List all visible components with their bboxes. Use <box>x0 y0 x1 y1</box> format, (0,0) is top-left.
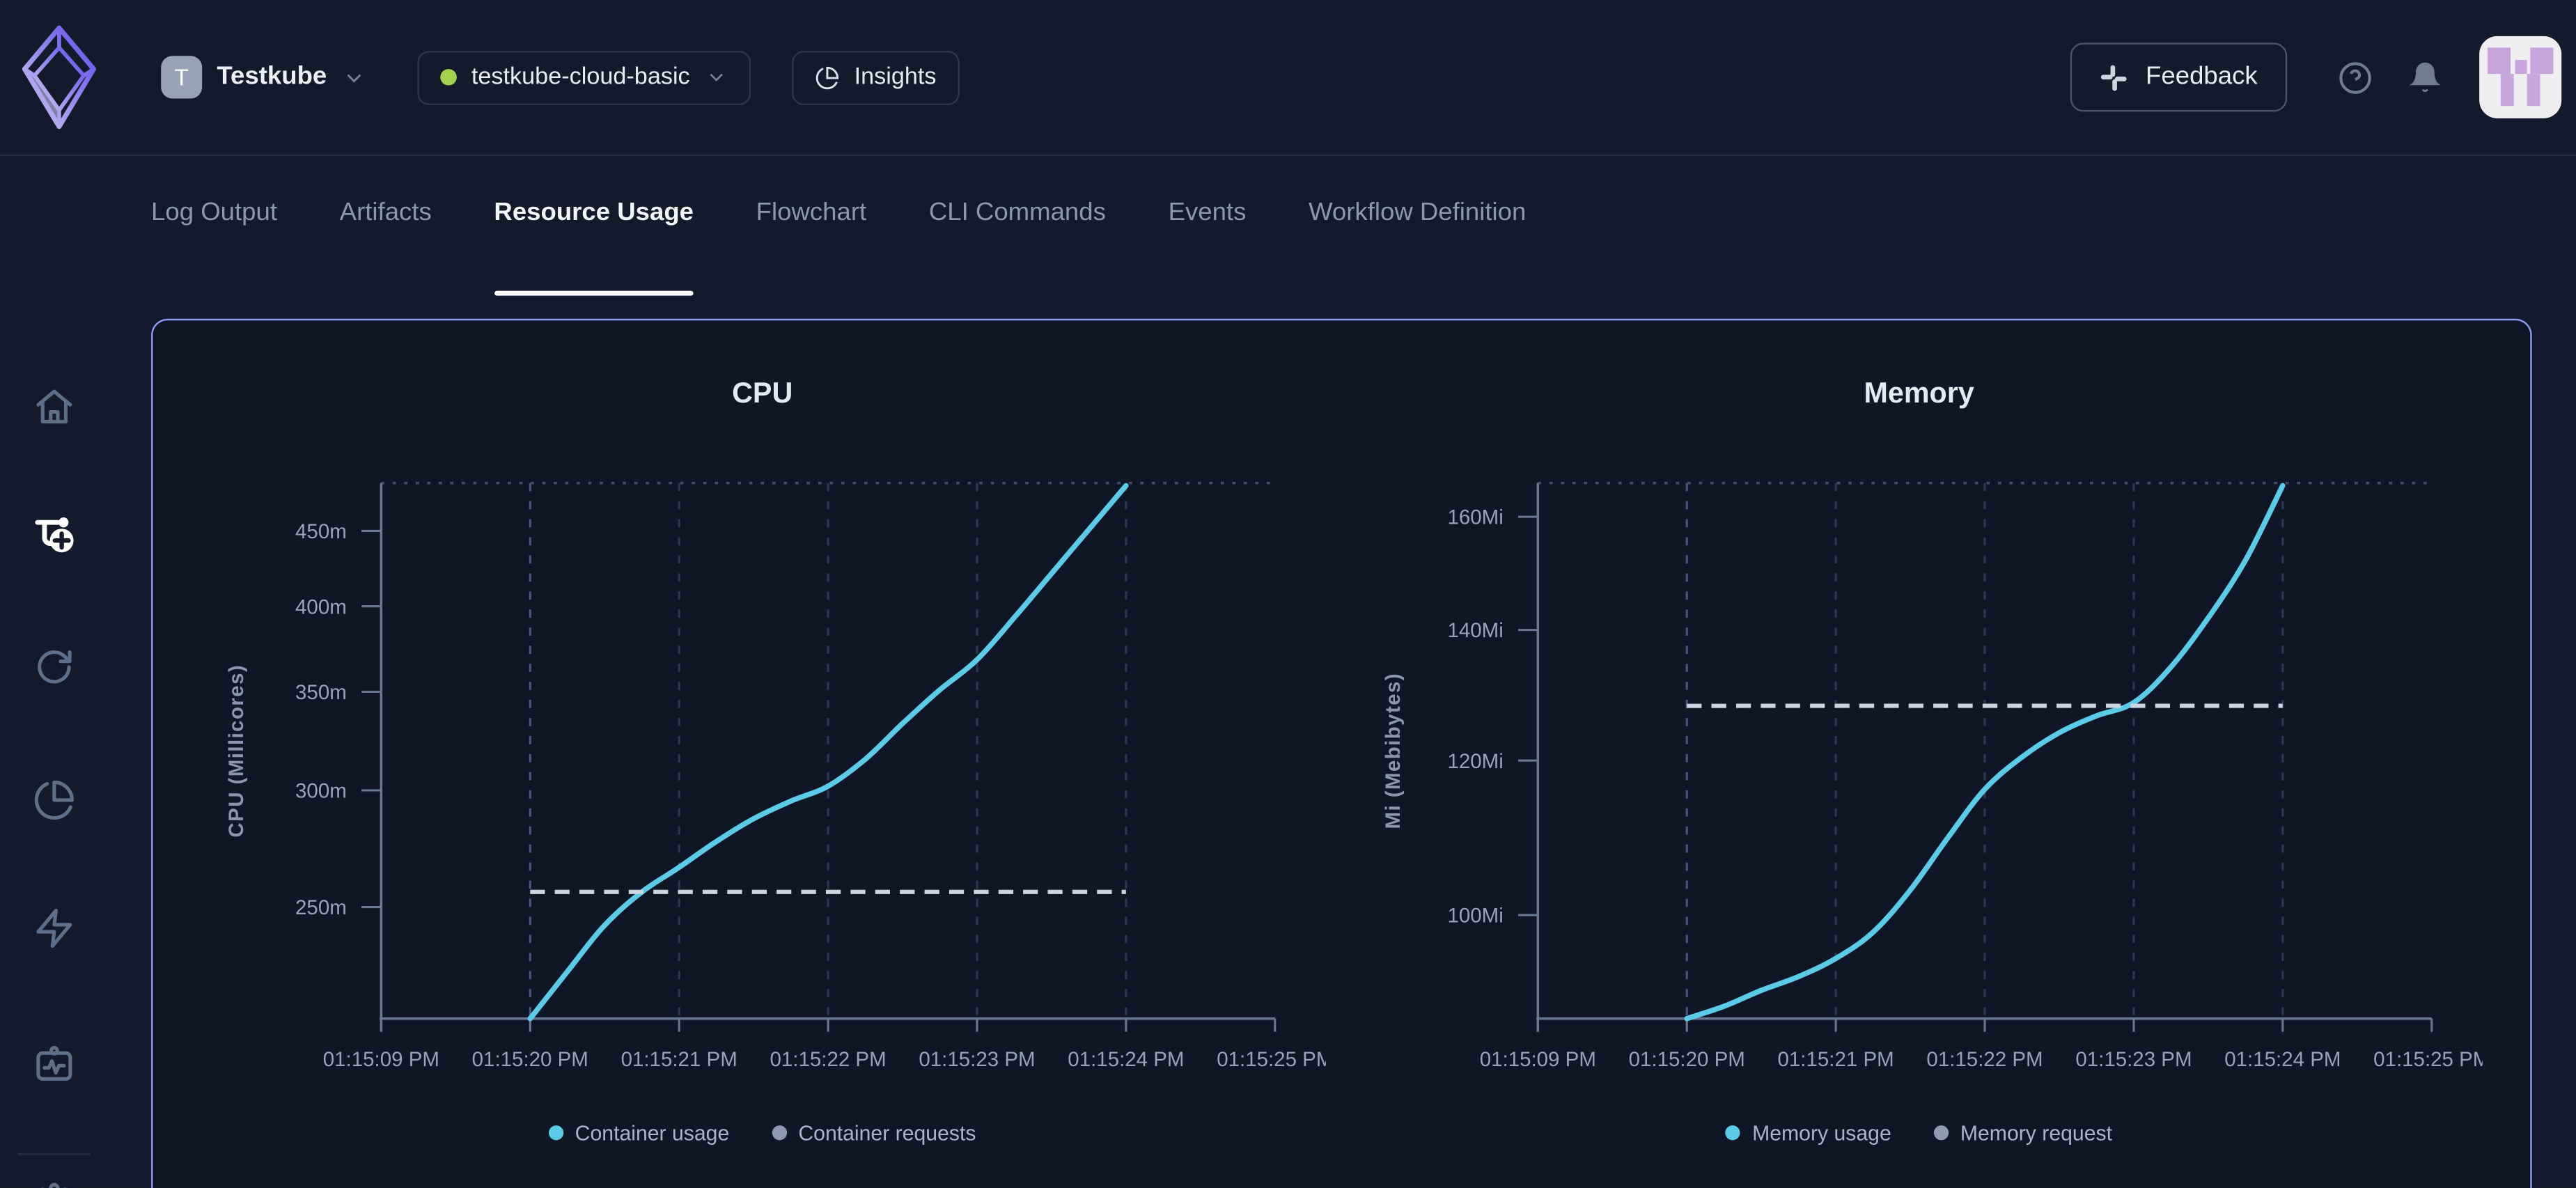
testkube-cube-logo-icon[interactable] <box>22 24 97 130</box>
pie-chart-icon <box>815 65 839 89</box>
x-tick-label: 01:15:24 PM <box>2224 1048 2341 1071</box>
memory-chart: Memory 01:15:09 PM 01:15:20 PM 01:15:21 PM… <box>1355 360 2482 1188</box>
tab-log-output[interactable]: Log Output <box>151 196 277 232</box>
sidebar-item-test-workflows-add[interactable] <box>22 499 87 565</box>
legend-dot-icon <box>1934 1125 1949 1140</box>
slack-icon <box>2100 63 2128 91</box>
green-status-dot <box>440 69 457 86</box>
sidebar-item-refresh-arrow[interactable] <box>22 634 87 700</box>
gear-icon <box>33 1183 75 1188</box>
environment-name: testkube-cloud-basic <box>471 64 690 91</box>
sidebar-item-lightning[interactable] <box>22 896 87 961</box>
tab-resource-usage[interactable]: Resource Usage <box>494 196 694 232</box>
x-tick-label: 01:15:22 PM <box>1926 1048 2043 1071</box>
help-circle-icon[interactable] <box>2338 60 2373 95</box>
tab-cli-commands[interactable]: CLI Commands <box>929 196 1106 232</box>
legend-dot-icon <box>772 1125 787 1140</box>
x-tick-label: 01:15:25 PM <box>1217 1048 1326 1071</box>
x-tick-label: 01:15:21 PM <box>1778 1048 1894 1071</box>
y-tick-label: 450m <box>295 520 347 543</box>
user-avatar-identicon[interactable] <box>2479 36 2561 118</box>
sidebar-item-pie-chart[interactable] <box>22 767 87 833</box>
app-viewport: T Testkube testkube-cloud-basic Insights <box>0 0 2576 1188</box>
x-tick-label: 01:15:20 PM <box>1629 1048 1745 1071</box>
chevron-down-icon <box>705 65 728 88</box>
monitor-pulse-icon <box>33 1043 75 1086</box>
y-tick-label: 120Mi <box>1447 750 1503 773</box>
cpu-chart: CPU 01:15:09 PM01:15:20 PM01:15:21 PM01:… <box>198 360 1325 1188</box>
tab-artifacts[interactable]: Artifacts <box>340 196 432 232</box>
memory-chart-legend: Memory usage Memory request <box>1355 1120 2482 1145</box>
tab-events[interactable]: Events <box>1169 196 1247 232</box>
legend-label: Container usage <box>575 1120 730 1145</box>
legend-label: Memory request <box>1960 1120 2112 1145</box>
cpu-chart-legend: Container usage Container requests <box>198 1120 1325 1145</box>
memory-chart-plot[interactable]: 01:15:09 PM 01:15:20 PM 01:15:21 PM 01:15:2… <box>1355 439 2482 1096</box>
y-tick-label: 100Mi <box>1447 905 1503 928</box>
x-tick-label: 01:15:21 PM <box>621 1048 737 1071</box>
chart-title: Memory <box>1355 376 2482 411</box>
x-tick-label: 01:15:24 PM <box>1068 1048 1184 1071</box>
y-tick-label: 160Mi <box>1447 506 1503 529</box>
legend-item-memory-usage[interactable]: Memory usage <box>1726 1120 1891 1145</box>
pie-chart-icon <box>33 779 75 821</box>
cpu-chart-plot[interactable]: 01:15:09 PM 01:15:20 PM 01:15:21 PM 01:15:2… <box>198 439 1325 1096</box>
chevron-down-icon <box>342 65 366 89</box>
x-tick-label: 01:15:25 PM <box>2373 1048 2483 1071</box>
x-tick-label: 01:15:20 PM <box>472 1048 588 1071</box>
bell-icon[interactable] <box>2409 61 2442 93</box>
header-right: Feedback <box>2070 36 2576 118</box>
refresh-arrow-icon <box>33 646 75 688</box>
x-tick-label: 01:15:09 PM <box>323 1048 439 1071</box>
insights-label: Insights <box>854 64 937 91</box>
legend-item-container-usage[interactable]: Container usage <box>549 1120 729 1145</box>
insights-button[interactable]: Insights <box>792 50 960 104</box>
y-axis-label: Mi (Mebibytes) <box>1382 673 1405 829</box>
lightning-icon <box>33 907 75 949</box>
test-workflows-add-icon <box>32 510 77 555</box>
x-tick-label: 01:15:23 PM <box>919 1048 1035 1071</box>
x-tick-label: 01:15:09 PM <box>1480 1048 1596 1071</box>
environment-select[interactable]: testkube-cloud-basic <box>417 50 751 104</box>
y-tick-label: 250m <box>295 896 347 919</box>
legend-item-memory-request[interactable]: Memory request <box>1934 1120 2112 1145</box>
resource-usage-panel: CPU 01:15:09 PM01:15:20 PM01:15:21 PM01:… <box>151 319 2532 1188</box>
org-avatar: T <box>161 56 202 98</box>
legend-label: Container requests <box>798 1120 976 1145</box>
y-tick-label: 350m <box>295 681 347 704</box>
tab-flowchart[interactable]: Flowchart <box>756 196 867 232</box>
x-tick-label: 01:15:23 PM <box>2075 1048 2192 1071</box>
chart-title: CPU <box>198 376 1325 411</box>
sidebar-nav <box>0 156 109 1188</box>
y-tick-label: 140Mi <box>1447 619 1503 642</box>
feedback-label: Feedback <box>2146 63 2258 92</box>
org-switcher[interactable]: T Testkube <box>161 56 366 98</box>
legend-label: Memory usage <box>1752 1120 1891 1145</box>
org-name: Testkube <box>217 63 327 92</box>
legend-dot-icon <box>1726 1125 1740 1140</box>
sidebar-item-home[interactable] <box>22 375 87 440</box>
sidebar-item-gear[interactable] <box>22 1171 87 1188</box>
tab-bar: Log Output Artifacts Resource Usage Flowcha… <box>151 156 1526 317</box>
y-tick-label: 400m <box>295 595 347 618</box>
sidebar-divider <box>18 1153 91 1155</box>
app-header: T Testkube testkube-cloud-basic Insights <box>0 0 2576 156</box>
y-tick-label: 300m <box>295 780 347 803</box>
home-icon <box>33 386 75 428</box>
x-tick-label: 01:15:22 PM <box>770 1048 886 1071</box>
feedback-button[interactable]: Feedback <box>2070 42 2288 111</box>
y-axis-label: CPU (Millicores) <box>225 664 248 838</box>
sidebar-item-monitor-pulse[interactable] <box>22 1032 87 1097</box>
legend-dot-icon <box>549 1125 563 1140</box>
tab-workflow-definition[interactable]: Workflow Definition <box>1309 196 1526 232</box>
legend-item-container-requests[interactable]: Container requests <box>772 1120 976 1145</box>
